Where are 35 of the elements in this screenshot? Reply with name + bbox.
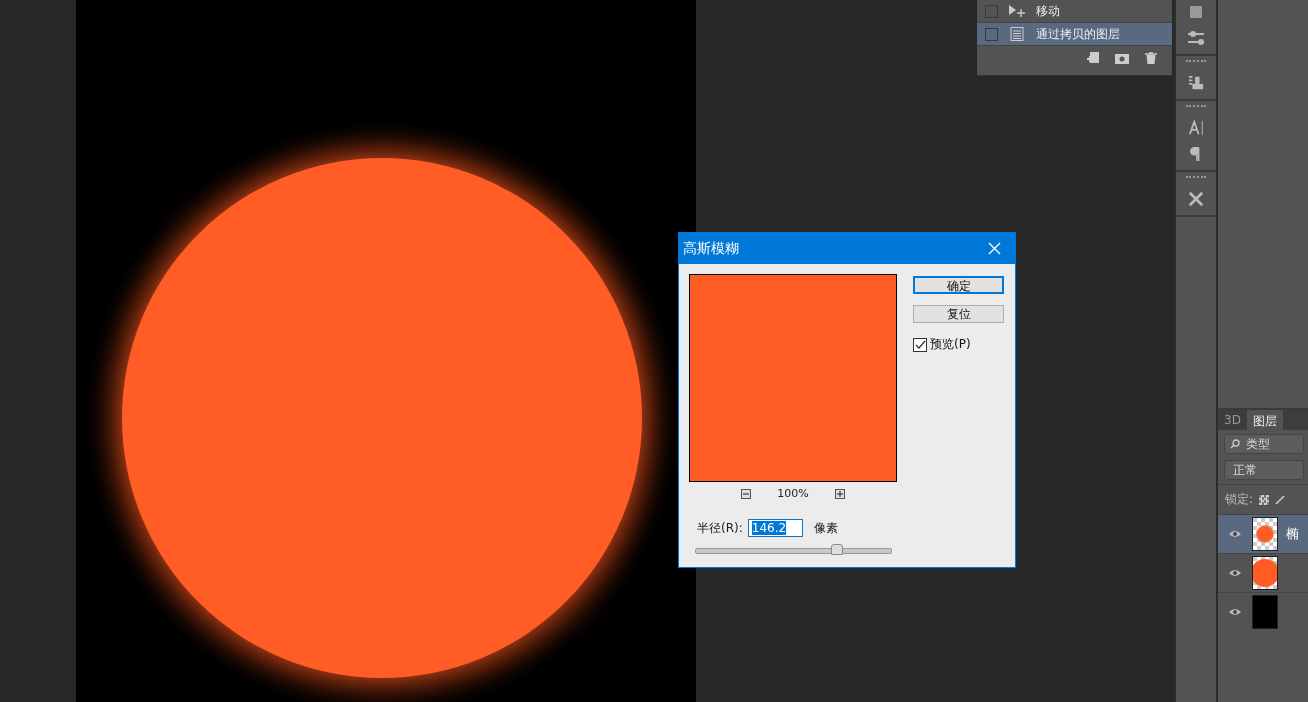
reset-button[interactable]: 复位 [913,305,1004,323]
filter-dropdown[interactable]: 类型 [1224,434,1304,454]
lock-transparency-icon[interactable] [1259,494,1270,505]
layer-row[interactable]: 椭 [1218,514,1308,553]
camera-icon[interactable] [1115,52,1129,64]
history-item[interactable]: 通过拷贝的图层 [977,23,1172,46]
document-icon [1008,27,1026,41]
radius-label: 半径(R): [697,519,743,537]
dialog-title: 高斯模糊 [683,239,739,258]
blend-mode-dropdown[interactable]: 正常 [1224,460,1304,480]
layer-name: 椭 [1286,525,1299,543]
search-icon [1230,439,1240,449]
ok-button[interactable]: 确定 [913,276,1004,294]
panel-tab[interactable]: 图层 [1246,410,1283,430]
lock-label: 锁定: [1225,491,1254,508]
new-document-icon[interactable] [1086,52,1100,64]
layer-thumbnail [1252,595,1278,629]
layer-row[interactable] [1218,553,1308,592]
layer-thumbnail [1252,556,1278,590]
layer-thumbnail [1252,517,1278,551]
zoom-in-button[interactable] [834,488,845,499]
panel-tab[interactable]: 3D [1218,410,1247,430]
preview-label: 预览(P) [930,336,971,353]
preview-checkbox[interactable] [913,337,927,352]
close-icon[interactable] [988,242,1001,255]
unit-label: 像素 [813,519,838,537]
trash-icon[interactable] [1144,52,1158,64]
move-icon [1008,4,1026,18]
eye-icon[interactable] [1228,608,1242,616]
zoom-level: 100% [777,487,809,500]
eye-icon[interactable] [1228,569,1242,577]
radius-field[interactable]: 146.2 [747,519,803,537]
zoom-out-button[interactable] [741,488,752,499]
lock-brush-icon[interactable] [1275,494,1286,505]
eye-icon[interactable] [1228,530,1242,538]
